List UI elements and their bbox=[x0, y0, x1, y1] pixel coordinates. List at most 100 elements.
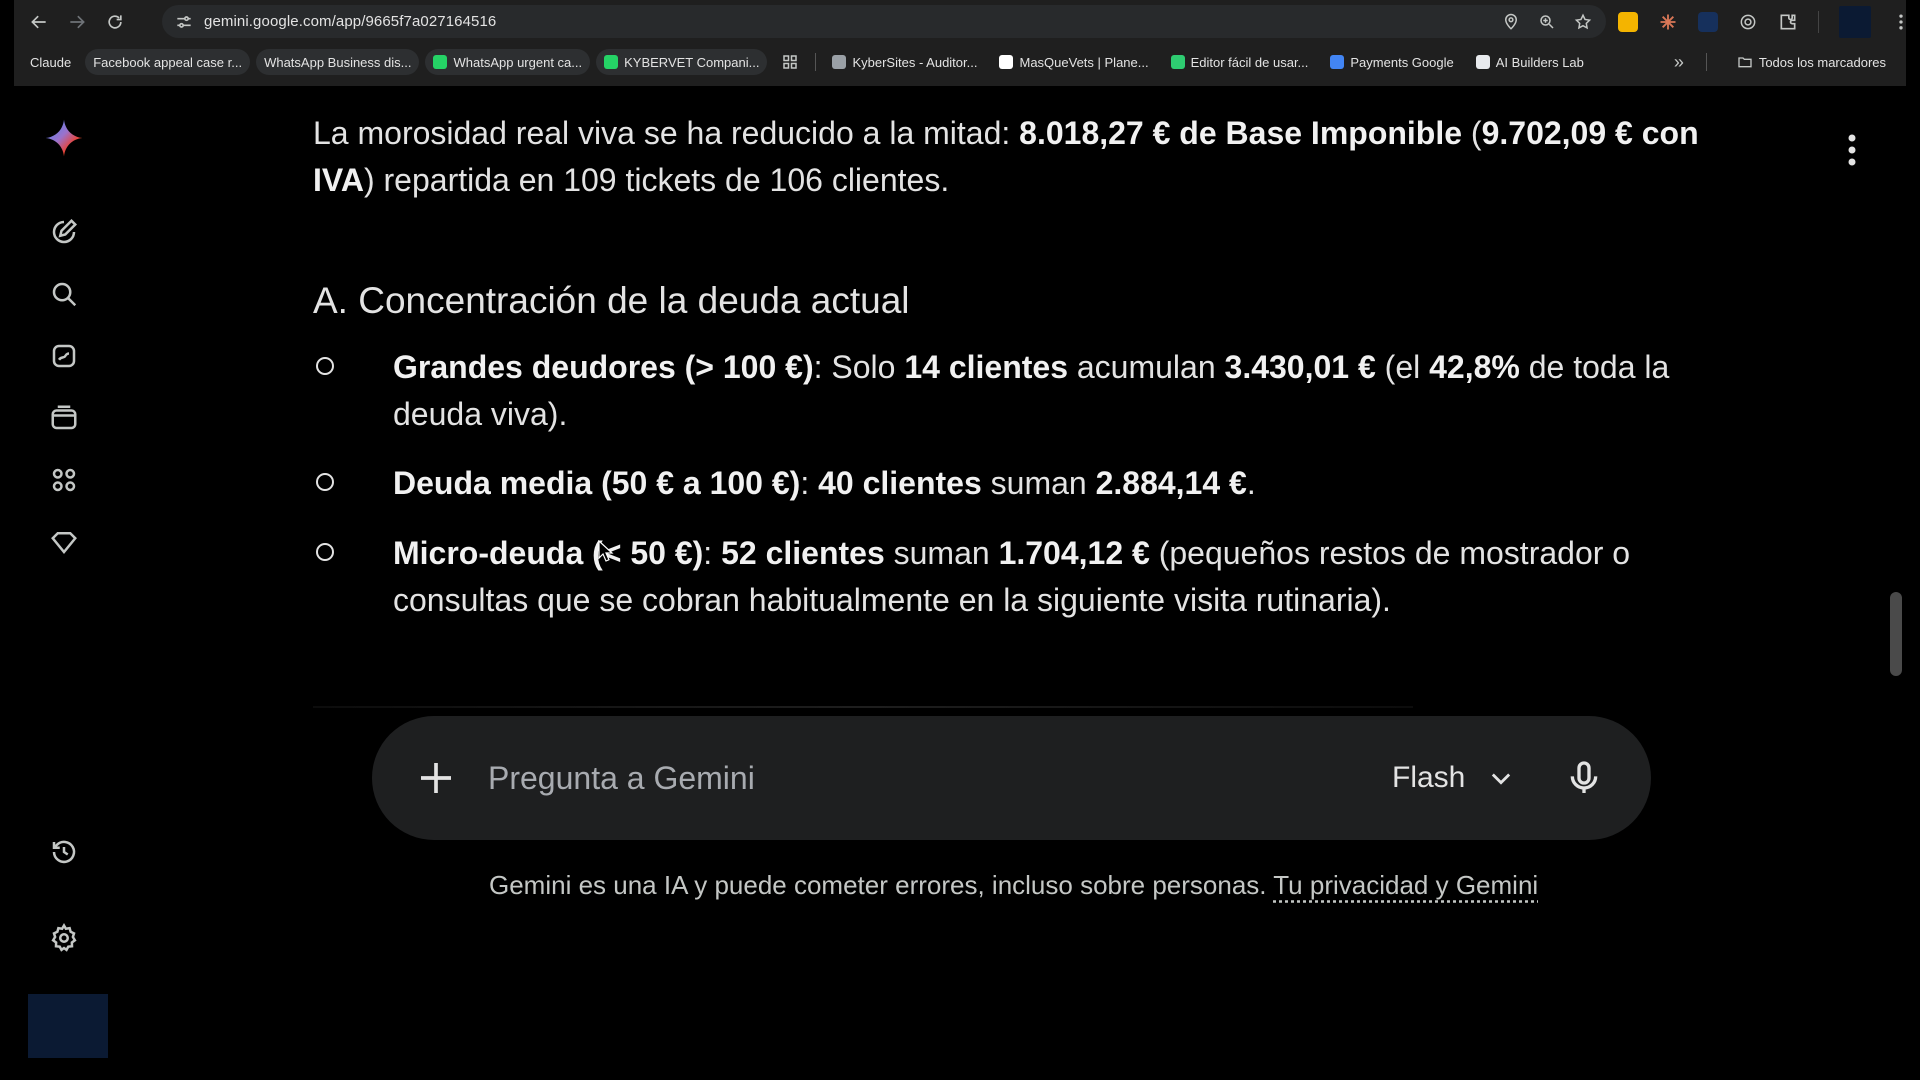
bullet-circle-icon bbox=[316, 473, 334, 491]
privacy-link[interactable]: Tu privacidad y Gemini bbox=[1273, 870, 1538, 900]
browser-menu-icon[interactable] bbox=[1891, 12, 1911, 32]
apps-grid-icon bbox=[52, 468, 76, 492]
bookmark-label: MasQueVets | Plane... bbox=[1019, 54, 1149, 70]
item-bold: 3.430,01 € bbox=[1224, 349, 1376, 385]
summary-text-2: ( bbox=[1462, 115, 1482, 151]
item-bold: 52 clientes bbox=[721, 535, 885, 571]
bookmarks-bar: Claude Facebook appeal case r... WhatsApp … bbox=[14, 47, 1906, 77]
extension-yellow-icon[interactable] bbox=[1618, 12, 1638, 32]
toolbar-separator bbox=[1818, 11, 1819, 33]
list-item-text: Micro-deuda (< 50 €): 52 clientes suman … bbox=[393, 530, 1683, 624]
library-button[interactable] bbox=[44, 398, 84, 438]
gear-icon bbox=[51, 923, 77, 952]
new-chat-button[interactable] bbox=[44, 212, 84, 252]
url-text[interactable]: gemini.google.com/app/9665f7a027164516 bbox=[204, 13, 496, 30]
folder-card-icon bbox=[51, 405, 77, 430]
item-text: : bbox=[800, 465, 819, 501]
bookmark-label: Editor fácil de usar... bbox=[1190, 54, 1309, 70]
profile-avatar[interactable] bbox=[1839, 6, 1871, 38]
address-bar[interactable]: gemini.google.com/app/9665f7a027164516 bbox=[162, 5, 1606, 38]
browser-chrome: gemini.google.com/app/9665f7a027164516 C… bbox=[14, 0, 1906, 86]
bookmarks-group-2: KyberSites - Auditor... MasQueVets | Plan… bbox=[824, 49, 1591, 75]
bookmark-label: Claude bbox=[30, 54, 72, 70]
bookmark-item[interactable]: WhatsApp urgent ca... bbox=[425, 49, 591, 75]
extension-dark-icon[interactable] bbox=[1698, 12, 1718, 32]
forward-button[interactable] bbox=[58, 3, 96, 41]
chevron-down-icon bbox=[1492, 773, 1511, 785]
extension-openai-icon[interactable] bbox=[1738, 12, 1758, 32]
model-selector-button[interactable]: Flash bbox=[1392, 752, 1515, 804]
summary-text-1: La morosidad real viva se ha reducido a … bbox=[313, 115, 1020, 151]
scrollbar-thumb[interactable] bbox=[1890, 592, 1902, 676]
gemini-app: La morosidad real viva se ha reducido a … bbox=[14, 86, 1906, 1080]
bookmark-item[interactable]: MasQueVets | Plane... bbox=[991, 49, 1156, 75]
extensions-puzzle-icon[interactable] bbox=[1778, 12, 1798, 32]
bookmarks-group: Claude Facebook appeal case r... WhatsApp … bbox=[22, 49, 768, 75]
zoom-icon[interactable] bbox=[1538, 13, 1556, 31]
bookmark-item[interactable]: Payments Google bbox=[1322, 49, 1461, 75]
gemini-logo-button[interactable] bbox=[44, 118, 84, 158]
prompt-input[interactable] bbox=[488, 752, 1288, 804]
summary-paragraph: La morosidad real viva se ha reducido a … bbox=[313, 110, 1703, 204]
back-button[interactable] bbox=[20, 3, 58, 41]
settings-button[interactable] bbox=[44, 918, 84, 958]
item-text: acumulan bbox=[1067, 349, 1225, 385]
summary-bold-1: 8.018,27 € de Base Imponible bbox=[1019, 115, 1463, 151]
reload-icon bbox=[108, 15, 122, 29]
bookmarks-separator bbox=[815, 53, 817, 71]
bookmarks-overflow-button[interactable]: » bbox=[1674, 52, 1684, 73]
disclaimer-text: Gemini es una IA y puede cometer errores… bbox=[489, 870, 1538, 901]
bookmark-favicon-icon bbox=[1475, 55, 1490, 69]
side-rail bbox=[14, 86, 114, 1080]
list-item-text: Grandes deudores (> 100 €): Solo 14 clie… bbox=[393, 344, 1683, 438]
bookmark-favicon-icon bbox=[604, 55, 619, 69]
bookmark-favicon-icon bbox=[433, 55, 448, 69]
add-attachment-icon[interactable] bbox=[416, 758, 456, 798]
item-text: : Solo bbox=[813, 349, 905, 385]
location-icon[interactable] bbox=[1502, 13, 1520, 31]
bookmark-label: KYBERVET Compani... bbox=[624, 54, 760, 70]
bookmarks-right: » Todos los marcadores bbox=[1674, 47, 1894, 77]
bookmark-item[interactable]: Editor fácil de usar... bbox=[1163, 49, 1317, 75]
gallery-icon bbox=[52, 344, 76, 368]
bullet-circle-icon bbox=[316, 543, 334, 561]
section-heading: A. Concentración de la deuda actual bbox=[313, 280, 910, 321]
microphone-icon[interactable] bbox=[1564, 758, 1604, 798]
bookmark-item[interactable]: AI Builders Lab bbox=[1468, 49, 1592, 75]
extension-claude-icon[interactable] bbox=[1658, 12, 1678, 32]
apps-button[interactable] bbox=[44, 460, 84, 500]
apps-grid-icon[interactable] bbox=[781, 53, 799, 71]
site-settings-icon[interactable] bbox=[174, 12, 194, 32]
bookmark-label: WhatsApp urgent ca... bbox=[453, 54, 583, 70]
bookmark-favicon-icon bbox=[832, 55, 847, 69]
bookmark-star-icon[interactable] bbox=[1574, 13, 1592, 31]
bookmark-item[interactable]: WhatsApp Business dis... bbox=[256, 49, 420, 75]
gem-diamond-button[interactable] bbox=[44, 522, 84, 562]
history-button[interactable] bbox=[44, 832, 84, 872]
item-bold: 14 clientes bbox=[904, 349, 1068, 385]
item-bold: 2.884,14 € bbox=[1095, 465, 1247, 501]
reload-button[interactable] bbox=[96, 3, 134, 41]
more-options-icon[interactable] bbox=[1840, 130, 1864, 170]
bookmark-item[interactable]: KyberSites - Auditor... bbox=[824, 49, 985, 75]
bookmark-item[interactable]: Facebook appeal case r... bbox=[85, 49, 251, 75]
bookmarks-separator-2 bbox=[1705, 53, 1707, 71]
disclaimer-body: Gemini es una IA y puede cometer errores… bbox=[489, 870, 1274, 900]
item-text: suman bbox=[884, 535, 999, 571]
history-icon bbox=[52, 840, 76, 864]
arrow-right-icon bbox=[70, 15, 85, 29]
bookmark-item[interactable]: Claude bbox=[22, 49, 79, 75]
model-label: Flash bbox=[1392, 761, 1466, 794]
scroll-fade-divider bbox=[313, 706, 1413, 708]
gems-button[interactable] bbox=[44, 336, 84, 376]
bookmark-label: Facebook appeal case r... bbox=[93, 54, 243, 70]
bookmark-favicon-icon bbox=[999, 55, 1014, 69]
item-text: suman bbox=[981, 465, 1096, 501]
bookmark-item[interactable]: KYBERVET Compani... bbox=[596, 49, 768, 75]
all-bookmarks-button[interactable]: Todos los marcadores bbox=[1729, 49, 1894, 75]
item-text: . bbox=[1246, 465, 1256, 501]
account-avatar[interactable] bbox=[28, 994, 108, 1058]
item-text: (el bbox=[1375, 349, 1430, 385]
list-item-text: Deuda media (50 € a 100 €): 40 clientes … bbox=[393, 460, 1683, 507]
search-button[interactable] bbox=[44, 274, 84, 314]
